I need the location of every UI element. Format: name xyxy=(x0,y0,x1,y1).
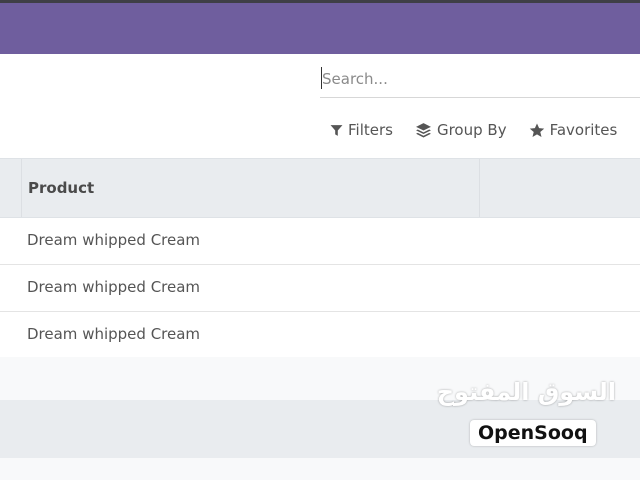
group-by-button[interactable]: Group By xyxy=(415,121,507,139)
watermark-arabic-text: السوق المفتوح xyxy=(436,378,616,406)
column-header-product[interactable]: Product xyxy=(28,179,94,197)
layers-icon xyxy=(416,123,431,138)
bottom-area xyxy=(0,458,640,480)
filters-label: Filters xyxy=(348,121,393,139)
list-table-body: Dream whipped Cream Dream whipped Cream … xyxy=(0,218,640,359)
product-cell: Dream whipped Cream xyxy=(27,278,201,296)
filter-icon xyxy=(330,124,343,136)
group-by-label: Group By xyxy=(436,121,507,139)
star-icon xyxy=(529,123,544,137)
top-navbar xyxy=(0,3,640,54)
column-divider xyxy=(479,159,480,217)
table-row[interactable]: Dream whipped Cream xyxy=(0,265,640,312)
text-cursor xyxy=(321,67,322,89)
search-box[interactable] xyxy=(320,62,640,98)
list-table-header: Product xyxy=(0,158,640,218)
control-panel: Filters Group By Favorites xyxy=(0,54,640,158)
favorites-label: Favorites xyxy=(549,121,618,139)
column-divider xyxy=(21,159,22,217)
table-row[interactable]: Dream whipped Cream xyxy=(0,312,640,359)
favorites-button[interactable]: Favorites xyxy=(529,121,618,139)
product-cell: Dream whipped Cream xyxy=(27,325,201,343)
product-cell: Dream whipped Cream xyxy=(27,231,201,249)
opensooq-watermark-logo: السوق المفتوح OpenSooq xyxy=(437,378,620,458)
filters-button[interactable]: Filters xyxy=(330,121,393,139)
search-input[interactable] xyxy=(322,66,622,92)
table-row[interactable]: Dream whipped Cream xyxy=(0,218,640,265)
watermark-latin-text: OpenSooq xyxy=(470,420,596,446)
search-options-bar: Filters Group By Favorites xyxy=(330,118,617,142)
